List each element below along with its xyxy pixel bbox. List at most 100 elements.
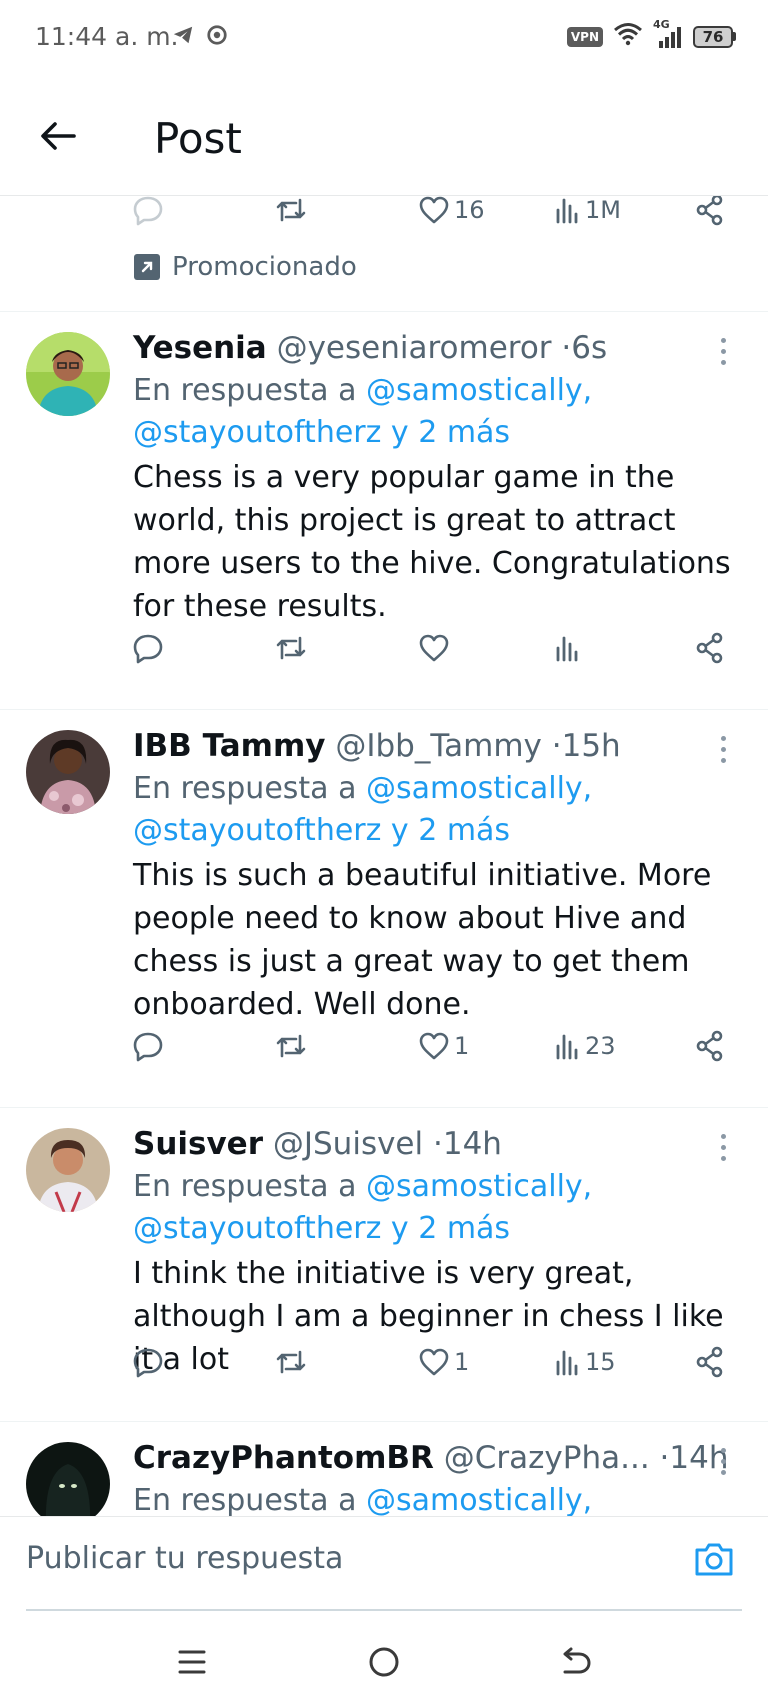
camera-button[interactable] — [692, 1537, 736, 1581]
mention-link[interactable]: @samostically, — [366, 1169, 592, 1204]
author-name[interactable]: CrazyPhantomBR — [133, 1440, 434, 1476]
tweet-time: 14h — [442, 1126, 502, 1162]
home-nav-button[interactable] — [364, 1642, 404, 1682]
repost-button[interactable] — [274, 1026, 308, 1066]
views-button[interactable]: 23 — [555, 1026, 616, 1066]
reply-tweet[interactable]: Yesenia @yeseniaromeror ·6s En respuesta… — [0, 312, 768, 710]
author-handle[interactable]: @yeseniaromeror — [277, 330, 552, 366]
reply-tweet[interactable]: CrazyPhantomBR @CrazyPha... ·14h En resp… — [0, 1422, 768, 1516]
more-options-icon[interactable] — [718, 1448, 728, 1475]
reply-icon — [133, 634, 163, 664]
battery-indicator: 76 — [693, 25, 736, 48]
repost-icon — [276, 636, 306, 660]
home-circle-icon — [369, 1647, 399, 1677]
reply-button[interactable] — [132, 196, 164, 230]
like-button[interactable] — [418, 628, 454, 668]
reply-icon — [133, 1348, 163, 1378]
reply-tweet[interactable]: IBB Tammy @Ibb_Tammy ·15h En respuesta a… — [0, 710, 768, 1108]
author-name[interactable]: Yesenia — [133, 330, 267, 366]
chrome-icon — [206, 24, 228, 51]
mention-link[interactable]: @stayoutoftherz y 2 más — [133, 813, 510, 848]
tweet-header: CrazyPhantomBR @CrazyPha... ·14h — [133, 1440, 729, 1476]
author-handle[interactable]: @JSuisvel — [273, 1126, 423, 1162]
promoted-action-bar: 16 1M — [0, 196, 768, 230]
views-icon — [556, 198, 578, 224]
reply-icon — [133, 1032, 163, 1062]
share-button[interactable] — [695, 196, 725, 230]
promoted-label: Promocionado — [134, 252, 357, 282]
status-right-icons: VPN 4G 76 — [566, 18, 736, 51]
back-button[interactable] — [36, 114, 80, 158]
reply-prefix: En respuesta a — [133, 1169, 357, 1204]
more-options-icon[interactable] — [718, 338, 728, 365]
repost-button[interactable] — [274, 628, 308, 668]
author-handle[interactable]: @CrazyPha... — [444, 1440, 650, 1476]
like-button[interactable]: 1 — [418, 1026, 469, 1066]
more-options-icon[interactable] — [718, 736, 728, 763]
views-count: 23 — [585, 1032, 616, 1060]
like-count: 1 — [454, 1348, 470, 1376]
tweet-text: Chess is a very popular game in the worl… — [133, 460, 731, 624]
avatar[interactable] — [26, 730, 110, 814]
repost-button[interactable] — [274, 1342, 308, 1382]
tweet-text: This is such a beautiful initiative. Mor… — [133, 858, 712, 1022]
mention-link[interactable]: @stayoutoftherz y 2 más — [133, 1211, 510, 1246]
share-button[interactable] — [695, 628, 725, 668]
promoted-post-footer: 16 1M Promocionado — [0, 196, 768, 312]
status-bar: 11:44 a. m. VPN 4G 76 — [0, 0, 768, 78]
tweet-header: Suisver @JSuisvel ·14h — [133, 1126, 502, 1162]
telegram-icon — [172, 24, 194, 51]
reply-button[interactable] — [132, 1342, 164, 1382]
views-icon — [556, 636, 578, 662]
input-underline — [26, 1609, 742, 1611]
share-button[interactable] — [695, 1342, 725, 1382]
mention-link[interactable]: @stayoutoftherz y 2 más — [133, 415, 510, 450]
back-nav-button[interactable] — [556, 1642, 596, 1682]
reply-button[interactable] — [132, 628, 164, 668]
replies-feed[interactable]: 16 1M Promocionado Yesenia @yeseniaromer… — [0, 196, 768, 1516]
heart-icon — [419, 634, 449, 662]
avatar[interactable] — [26, 1442, 110, 1516]
share-icon — [696, 1030, 723, 1062]
views-button[interactable]: 15 — [555, 1342, 616, 1382]
reply-context: En respuesta a @samostically, @stayoutof… — [133, 370, 592, 454]
vpn-badge: VPN — [566, 26, 603, 47]
status-time: 11:44 a. m. — [35, 22, 179, 51]
share-button[interactable] — [695, 1026, 725, 1066]
share-icon — [696, 632, 723, 664]
tweet-header: IBB Tammy @Ibb_Tammy ·15h — [133, 728, 621, 764]
views-button[interactable] — [555, 628, 585, 668]
reply-prefix: En respuesta a — [133, 771, 357, 806]
menu-nav-button[interactable] — [172, 1642, 212, 1682]
author-handle[interactable]: @Ibb_Tammy — [335, 728, 542, 764]
tweet-action-bar: 1 23 — [0, 1026, 768, 1066]
wifi-icon — [613, 22, 643, 51]
like-button[interactable]: 16 — [418, 196, 485, 230]
arrow-left-icon — [41, 122, 76, 150]
reply-input[interactable]: Publicar tu respuesta — [26, 1541, 343, 1576]
reply-prefix: En respuesta a — [133, 373, 357, 408]
repost-button[interactable] — [274, 196, 308, 230]
mention-link[interactable]: @samostically, — [366, 373, 592, 408]
promoted-arrow-icon — [134, 254, 160, 280]
reply-button[interactable] — [132, 1026, 164, 1066]
tweet-action-bar — [0, 628, 768, 668]
author-name[interactable]: IBB Tammy — [133, 728, 325, 764]
avatar[interactable] — [26, 1128, 110, 1212]
reply-icon — [133, 196, 163, 226]
system-navigation-bar — [0, 1612, 768, 1707]
heart-icon — [419, 196, 449, 224]
camera-icon — [695, 1543, 733, 1576]
more-options-icon[interactable] — [718, 1134, 728, 1161]
like-button[interactable]: 1 — [418, 1342, 469, 1382]
views-button[interactable]: 1M — [555, 196, 621, 230]
promoted-text: Promocionado — [172, 252, 357, 282]
mention-link[interactable]: @samostically, — [366, 1483, 592, 1516]
mention-link[interactable]: @samostically, — [366, 771, 592, 806]
repost-icon — [276, 198, 306, 222]
page-title: Post — [154, 114, 242, 163]
author-name[interactable]: Suisver — [133, 1126, 263, 1162]
reply-tweet[interactable]: Suisver @JSuisvel ·14h En respuesta a @s… — [0, 1108, 768, 1422]
avatar[interactable] — [26, 332, 110, 416]
reply-context: En respuesta a @samostically, @stayoutof… — [133, 1166, 592, 1250]
